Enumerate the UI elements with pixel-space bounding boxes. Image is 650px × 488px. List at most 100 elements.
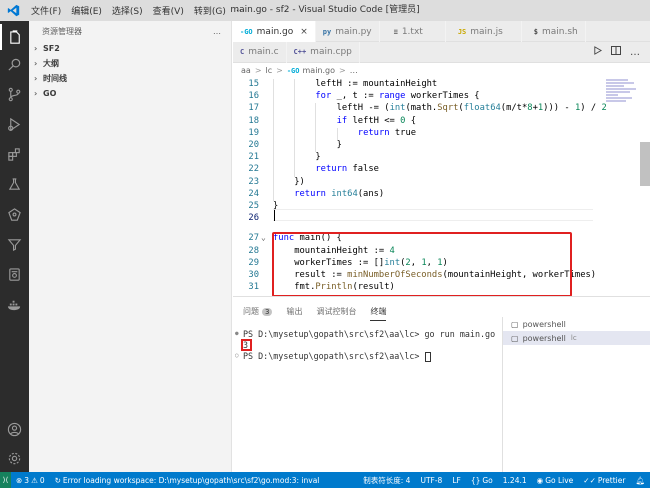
testing-flask-icon[interactable] bbox=[0, 171, 29, 197]
tab-main-cpp[interactable]: C++ main.cpp bbox=[287, 41, 360, 63]
remote-icon[interactable]: ⟩⟨ bbox=[0, 472, 11, 488]
menu-file[interactable]: 文件(F) bbox=[26, 4, 66, 17]
terminal-item-label: powershell bbox=[522, 319, 566, 329]
section-sf2[interactable]: › SF2 bbox=[29, 41, 231, 56]
tab-label: main.c bbox=[248, 47, 279, 57]
extensions-icon[interactable] bbox=[0, 141, 29, 167]
breadcrumb-item[interactable]: aa bbox=[241, 66, 251, 75]
tab-main-py[interactable]: py main.py bbox=[316, 21, 380, 42]
workspace-error[interactable]: ↻ Error loading workspace: D:\mysetup\go… bbox=[50, 476, 320, 485]
python-file-icon: py bbox=[322, 27, 332, 36]
menu-bar: 文件(F) 编辑(E) 选择(S) 查看(V) 转到(G) … bbox=[26, 4, 250, 17]
explorer-icon[interactable] bbox=[0, 24, 29, 50]
more-actions-icon[interactable]: … bbox=[630, 47, 640, 58]
breadcrumb: aa > lc > -GO main.go > … bbox=[233, 63, 650, 78]
indent-guide bbox=[294, 152, 296, 165]
go-version[interactable]: 1.24.1 bbox=[498, 475, 532, 486]
notifications-bell-icon[interactable]: 🔔︎ bbox=[630, 475, 650, 486]
language-mode[interactable]: {} Go bbox=[466, 475, 498, 486]
menu-selection[interactable]: 选择(S) bbox=[107, 4, 148, 17]
menu-go[interactable]: 转到(G) bbox=[189, 4, 231, 17]
chevron-right-icon: › bbox=[34, 74, 38, 83]
status-right: 制表符长度: 4 UTF-8 LF {} Go 1.24.1 ◉ Go Live ✓… bbox=[358, 475, 650, 486]
code-line: } bbox=[336, 140, 342, 150]
go-file-icon: -GO bbox=[240, 27, 253, 36]
status-bar: ⟩⟨ ⊗ 3 ⚠ 0 ↻ Error loading workspace: D:… bbox=[0, 472, 650, 488]
code-editor[interactable]: 15 16 17 18 19 20 21 22 23 24 25 26 27 28 29 30 31 leftH… bbox=[233, 78, 650, 296]
database-icon[interactable] bbox=[0, 261, 29, 287]
go-gopher-icon[interactable] bbox=[0, 201, 29, 227]
more-actions-icon[interactable]: … bbox=[213, 27, 221, 36]
indent-guide bbox=[294, 140, 296, 153]
code-line: return false bbox=[315, 164, 379, 175]
terminal-prompt-text: PS D:\mysetup\gopath\src\sf2\aa\lc> bbox=[243, 351, 425, 361]
line-number: 21 bbox=[248, 152, 259, 163]
section-outline[interactable]: › 大纲 bbox=[29, 56, 231, 71]
terminal-list: ▢ powershell ▢ powershell lc bbox=[502, 317, 650, 473]
search-icon[interactable] bbox=[0, 51, 29, 77]
eol-indicator[interactable]: LF bbox=[447, 475, 466, 486]
prettier-status[interactable]: ✓✓ Prettier bbox=[578, 475, 630, 486]
terminal-item[interactable]: ▢ powershell bbox=[503, 317, 650, 331]
tab-main-js[interactable]: JS main.js bbox=[446, 21, 522, 42]
settings-gear-icon[interactable] bbox=[0, 445, 29, 471]
tab-label: 问题 bbox=[243, 306, 259, 316]
terminal-output: 3 bbox=[243, 340, 249, 350]
source-control-icon[interactable] bbox=[0, 81, 29, 107]
indent-guide bbox=[315, 140, 317, 153]
go-live-button[interactable]: ◉ Go Live bbox=[532, 475, 579, 486]
split-editor-icon[interactable] bbox=[611, 46, 621, 58]
terminal[interactable]: ● PS D:\mysetup\gopath\src\sf2\aa\lc> go… bbox=[233, 325, 500, 473]
close-icon[interactable]: × bbox=[300, 27, 308, 37]
explorer-sidebar: 资源管理器 … › SF2 › 大纲 › 时间线 › GO bbox=[29, 21, 232, 472]
tab-problems[interactable]: 问题 3 bbox=[243, 306, 273, 317]
command-decoration-icon: ● bbox=[235, 330, 239, 337]
tab-main-c[interactable]: C main.c bbox=[233, 41, 287, 63]
code-line: for _, t := range workerTimes { bbox=[315, 91, 480, 102]
minimap[interactable] bbox=[606, 78, 638, 118]
chevron-right-icon: › bbox=[34, 59, 38, 68]
tab-terminal[interactable]: 终端 bbox=[370, 306, 387, 321]
section-timeline[interactable]: › 时间线 bbox=[29, 71, 231, 86]
code-line: return int64(ans) bbox=[294, 188, 385, 199]
terminal-item[interactable]: ▢ powershell lc bbox=[503, 331, 650, 345]
breadcrumb-item[interactable]: lc bbox=[266, 66, 273, 75]
terminal-icon: ▢ bbox=[511, 333, 519, 343]
encoding-indicator[interactable]: UTF-8 bbox=[415, 475, 447, 486]
section-go[interactable]: › GO bbox=[29, 86, 231, 101]
tab-size-indicator[interactable]: 制表符长度: 4 bbox=[358, 475, 415, 486]
account-icon[interactable] bbox=[0, 416, 29, 442]
breadcrumb-symbol[interactable]: … bbox=[350, 66, 358, 75]
warning-icon: ⚠ bbox=[31, 475, 38, 485]
tab-main-sh[interactable]: $ main.sh bbox=[522, 21, 586, 42]
menu-edit[interactable]: 编辑(E) bbox=[66, 4, 107, 17]
tab-1-txt[interactable]: ≡ 1.txt bbox=[380, 21, 446, 42]
tab-output[interactable]: 输出 bbox=[286, 306, 302, 317]
bottom-panel: 问题 3 输出 调试控制台 终端 ● PS D:\mysetup\gopath\s… bbox=[233, 296, 650, 473]
problems-status[interactable]: ⊗ 3 ⚠ 0 bbox=[11, 476, 50, 485]
chevron-right-icon: > bbox=[276, 66, 283, 75]
indent-guide bbox=[273, 79, 274, 92]
docker-icon[interactable] bbox=[0, 291, 29, 317]
run-debug-icon[interactable] bbox=[0, 111, 29, 137]
javascript-file-icon: JS bbox=[457, 27, 467, 36]
line-number: 27 bbox=[248, 233, 259, 244]
chevron-right-icon: > bbox=[339, 66, 346, 75]
tab-debug-console[interactable]: 调试控制台 bbox=[316, 306, 356, 317]
chevron-right-icon: › bbox=[34, 89, 38, 98]
menu-view[interactable]: 查看(V) bbox=[148, 4, 189, 17]
indent-guide bbox=[273, 152, 274, 165]
tab-label: main.py bbox=[335, 26, 372, 37]
breadcrumb-item[interactable]: main.go bbox=[303, 66, 336, 75]
section-label: 时间线 bbox=[43, 74, 67, 83]
fold-chevron-icon[interactable]: ⌄ bbox=[261, 233, 266, 242]
menu-more[interactable]: … bbox=[231, 4, 250, 17]
line-number: 24 bbox=[248, 188, 259, 199]
filter-funnel-icon[interactable] bbox=[0, 231, 29, 257]
tab-main-go[interactable]: -GO main.go × bbox=[233, 21, 316, 42]
vertical-scrollbar[interactable] bbox=[640, 142, 650, 186]
code-line: } bbox=[315, 152, 321, 163]
run-icon[interactable] bbox=[593, 46, 603, 58]
terminal-item-cwd: lc bbox=[570, 334, 577, 342]
line-number: 30 bbox=[248, 270, 259, 280]
